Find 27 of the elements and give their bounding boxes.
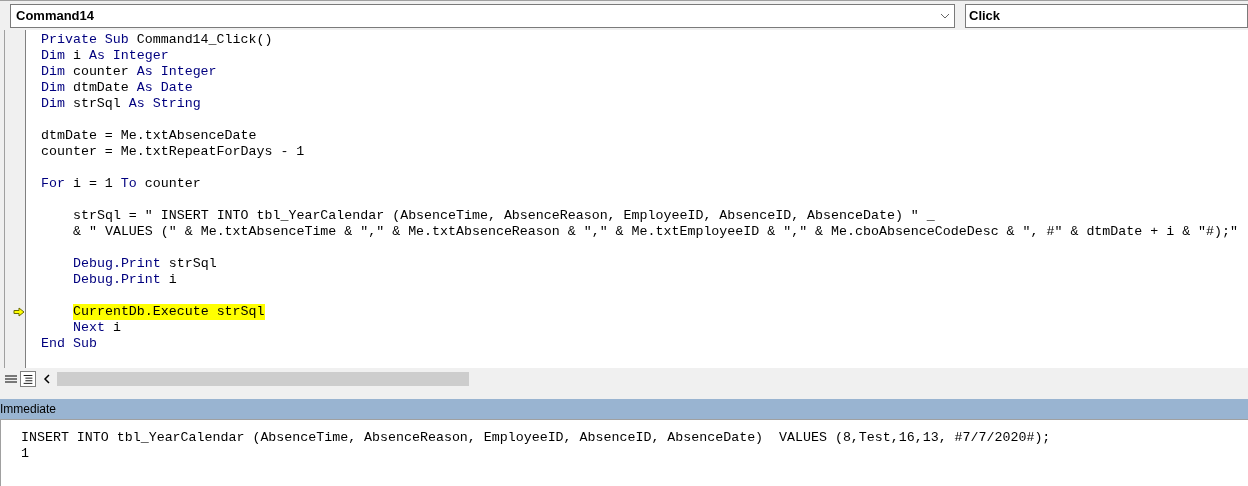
scroll-left-icon[interactable] xyxy=(42,373,52,385)
code-line: Dim i As Integer xyxy=(41,48,169,64)
code-line: Next i xyxy=(73,320,121,336)
code-line: For i = 1 To counter xyxy=(41,176,201,192)
code-line: Dim counter As Integer xyxy=(41,64,217,80)
procedure-view-icon[interactable] xyxy=(4,373,18,385)
immediate-title: Immediate xyxy=(0,401,57,418)
code-line: Debug.Print strSql xyxy=(73,256,217,272)
immediate-output-line: 1 xyxy=(21,446,29,462)
code-line: Debug.Print i xyxy=(73,272,177,288)
code-line: strSql = " INSERT INTO tbl_YearCalendar (AbsenceTime, AbsenceReason, EmployeeID, AbsenceID, AbsenceDate) " _ xyxy=(73,208,935,224)
immediate-output-line: INSERT INTO tbl_YearCalendar (AbsenceTime, AbsenceReason, EmployeeID, AbsenceID, AbsenceDate) VALUES (8,Test,16,13, #7/7/2020#); xyxy=(21,430,1051,446)
procedure-dropdown[interactable]: Click xyxy=(965,4,1248,28)
code-line: Dim dtmDate As Date xyxy=(41,80,193,96)
code-line: & " VALUES (" & Me.txtAbsenceTime & "," & Me.txtAbsenceReason & "," & Me.txtEmployeeID & "," & Me.cboAbsenceCodeDesc & ", #" & dtmDate + i & "#);" xyxy=(73,224,1238,240)
code-editor[interactable] xyxy=(4,30,1248,368)
code-line: End Sub xyxy=(41,336,97,352)
execution-arrow-icon xyxy=(13,307,25,317)
code-line: Dim strSql As String xyxy=(41,96,201,112)
immediate-pane[interactable]: INSERT INTO tbl_YearCalendar (AbsenceTime, AbsenceReason, EmployeeID, AbsenceID, AbsenceDate) VALUES (8,Test,16,13, #7/7/2020#); 1 xyxy=(0,419,1248,486)
object-dropdown[interactable]: Command14 xyxy=(10,4,955,28)
code-line: counter = Me.txtRepeatForDays - 1 xyxy=(41,144,305,160)
code-line: Private Sub Command14_Click() xyxy=(41,32,273,48)
full-module-view-icon[interactable] xyxy=(20,371,36,387)
code-line: dtmDate = Me.txtAbsenceDate xyxy=(41,128,257,144)
chevron-down-icon xyxy=(940,13,950,19)
scrollbar-thumb[interactable] xyxy=(57,372,469,386)
